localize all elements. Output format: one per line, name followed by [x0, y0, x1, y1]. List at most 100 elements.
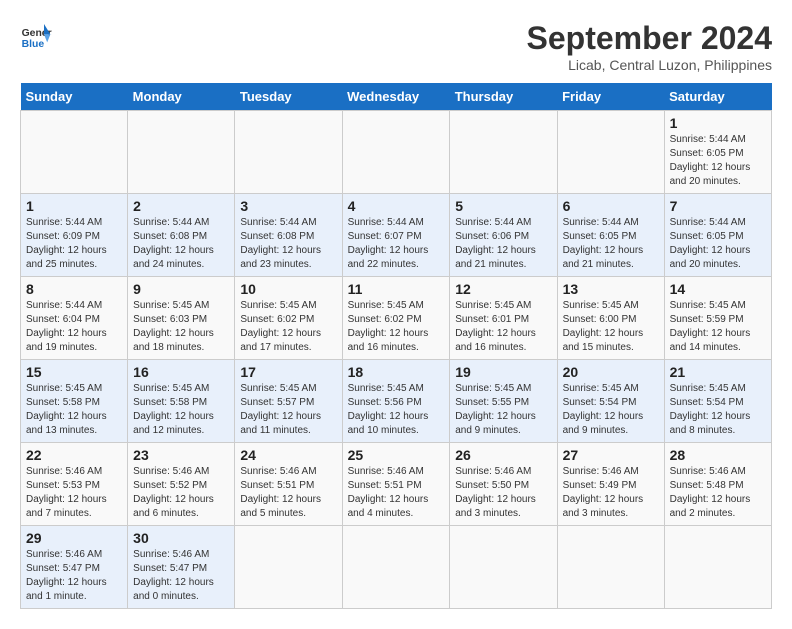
calendar-cell: 26 Sunrise: 5:46 AMSunset: 5:50 PMDaylig…	[450, 443, 557, 526]
calendar-cell: 1 Sunrise: 5:44 AMSunset: 6:05 PMDayligh…	[664, 111, 771, 194]
day-detail: Sunrise: 5:46 AMSunset: 5:47 PMDaylight:…	[133, 549, 214, 602]
calendar-cell	[557, 526, 664, 609]
day-number: 25	[348, 447, 445, 463]
day-number: 14	[670, 281, 766, 297]
day-detail: Sunrise: 5:45 AMSunset: 5:58 PMDaylight:…	[133, 383, 214, 436]
calendar-cell: 24 Sunrise: 5:46 AMSunset: 5:51 PMDaylig…	[235, 443, 342, 526]
day-detail: Sunrise: 5:46 AMSunset: 5:52 PMDaylight:…	[133, 466, 214, 519]
calendar-week-row: 1 Sunrise: 5:44 AMSunset: 6:05 PMDayligh…	[21, 111, 772, 194]
calendar-cell: 21 Sunrise: 5:45 AMSunset: 5:54 PMDaylig…	[664, 360, 771, 443]
calendar-week-row: 29 Sunrise: 5:46 AMSunset: 5:47 PMDaylig…	[21, 526, 772, 609]
day-number: 3	[240, 198, 336, 214]
calendar-cell	[450, 526, 557, 609]
day-detail: Sunrise: 5:46 AMSunset: 5:51 PMDaylight:…	[240, 466, 321, 519]
day-number: 12	[455, 281, 551, 297]
svg-text:Blue: Blue	[22, 39, 45, 50]
calendar-cell: 10 Sunrise: 5:45 AMSunset: 6:02 PMDaylig…	[235, 277, 342, 360]
day-number: 17	[240, 364, 336, 380]
logo-icon: General Blue	[20, 20, 52, 52]
day-number: 22	[26, 447, 122, 463]
calendar-cell	[664, 526, 771, 609]
day-number: 29	[26, 530, 122, 546]
calendar-cell: 30 Sunrise: 5:46 AMSunset: 5:47 PMDaylig…	[128, 526, 235, 609]
day-number: 8	[26, 281, 122, 297]
days-of-week-row: SundayMondayTuesdayWednesdayThursdayFrid…	[21, 83, 772, 111]
day-detail: Sunrise: 5:44 AMSunset: 6:05 PMDaylight:…	[563, 217, 644, 270]
day-number: 10	[240, 281, 336, 297]
calendar-cell: 7 Sunrise: 5:44 AMSunset: 6:05 PMDayligh…	[664, 194, 771, 277]
day-of-week-header: Sunday	[21, 83, 128, 111]
day-of-week-header: Saturday	[664, 83, 771, 111]
logo: General Blue	[20, 20, 52, 52]
day-number: 20	[563, 364, 659, 380]
calendar-cell: 16 Sunrise: 5:45 AMSunset: 5:58 PMDaylig…	[128, 360, 235, 443]
day-number: 19	[455, 364, 551, 380]
subtitle: Licab, Central Luzon, Philippines	[527, 57, 772, 73]
day-number: 16	[133, 364, 229, 380]
day-detail: Sunrise: 5:44 AMSunset: 6:04 PMDaylight:…	[26, 300, 107, 353]
day-of-week-header: Wednesday	[342, 83, 450, 111]
day-number: 15	[26, 364, 122, 380]
calendar-cell: 22 Sunrise: 5:46 AMSunset: 5:53 PMDaylig…	[21, 443, 128, 526]
day-detail: Sunrise: 5:45 AMSunset: 6:02 PMDaylight:…	[348, 300, 429, 353]
title-area: September 2024 Licab, Central Luzon, Phi…	[527, 20, 772, 73]
calendar-cell: 15 Sunrise: 5:45 AMSunset: 5:58 PMDaylig…	[21, 360, 128, 443]
day-detail: Sunrise: 5:46 AMSunset: 5:47 PMDaylight:…	[26, 549, 107, 602]
day-number: 9	[133, 281, 229, 297]
day-detail: Sunrise: 5:45 AMSunset: 5:57 PMDaylight:…	[240, 383, 321, 436]
day-detail: Sunrise: 5:46 AMSunset: 5:48 PMDaylight:…	[670, 466, 751, 519]
day-number: 30	[133, 530, 229, 546]
calendar-cell: 12 Sunrise: 5:45 AMSunset: 6:01 PMDaylig…	[450, 277, 557, 360]
day-number: 6	[563, 198, 659, 214]
day-detail: Sunrise: 5:44 AMSunset: 6:07 PMDaylight:…	[348, 217, 429, 270]
day-detail: Sunrise: 5:45 AMSunset: 5:56 PMDaylight:…	[348, 383, 429, 436]
day-detail: Sunrise: 5:45 AMSunset: 5:55 PMDaylight:…	[455, 383, 536, 436]
calendar-cell: 6 Sunrise: 5:44 AMSunset: 6:05 PMDayligh…	[557, 194, 664, 277]
main-title: September 2024	[527, 20, 772, 57]
day-number: 23	[133, 447, 229, 463]
calendar-cell: 14 Sunrise: 5:45 AMSunset: 5:59 PMDaylig…	[664, 277, 771, 360]
day-number: 7	[670, 198, 766, 214]
day-detail: Sunrise: 5:46 AMSunset: 5:53 PMDaylight:…	[26, 466, 107, 519]
calendar-cell: 4 Sunrise: 5:44 AMSunset: 6:07 PMDayligh…	[342, 194, 450, 277]
day-detail: Sunrise: 5:46 AMSunset: 5:49 PMDaylight:…	[563, 466, 644, 519]
calendar-cell: 17 Sunrise: 5:45 AMSunset: 5:57 PMDaylig…	[235, 360, 342, 443]
day-number: 4	[348, 198, 445, 214]
day-detail: Sunrise: 5:44 AMSunset: 6:06 PMDaylight:…	[455, 217, 536, 270]
day-of-week-header: Friday	[557, 83, 664, 111]
day-of-week-header: Monday	[128, 83, 235, 111]
day-detail: Sunrise: 5:44 AMSunset: 6:08 PMDaylight:…	[240, 217, 321, 270]
day-detail: Sunrise: 5:45 AMSunset: 6:01 PMDaylight:…	[455, 300, 536, 353]
calendar-cell	[557, 111, 664, 194]
day-detail: Sunrise: 5:44 AMSunset: 6:05 PMDaylight:…	[670, 134, 751, 187]
calendar-cell: 2 Sunrise: 5:44 AMSunset: 6:08 PMDayligh…	[128, 194, 235, 277]
calendar-week-row: 8 Sunrise: 5:44 AMSunset: 6:04 PMDayligh…	[21, 277, 772, 360]
day-number: 21	[670, 364, 766, 380]
calendar-cell: 18 Sunrise: 5:45 AMSunset: 5:56 PMDaylig…	[342, 360, 450, 443]
calendar-cell	[21, 111, 128, 194]
calendar-cell	[235, 111, 342, 194]
day-detail: Sunrise: 5:46 AMSunset: 5:50 PMDaylight:…	[455, 466, 536, 519]
day-number: 26	[455, 447, 551, 463]
calendar-cell: 8 Sunrise: 5:44 AMSunset: 6:04 PMDayligh…	[21, 277, 128, 360]
day-of-week-header: Thursday	[450, 83, 557, 111]
header: General Blue September 2024 Licab, Centr…	[20, 20, 772, 73]
calendar-body: 1 Sunrise: 5:44 AMSunset: 6:05 PMDayligh…	[21, 111, 772, 609]
day-detail: Sunrise: 5:44 AMSunset: 6:05 PMDaylight:…	[670, 217, 751, 270]
day-detail: Sunrise: 5:45 AMSunset: 5:54 PMDaylight:…	[563, 383, 644, 436]
calendar-table: SundayMondayTuesdayWednesdayThursdayFrid…	[20, 83, 772, 609]
calendar-cell: 9 Sunrise: 5:45 AMSunset: 6:03 PMDayligh…	[128, 277, 235, 360]
calendar-cell	[235, 526, 342, 609]
calendar-cell	[128, 111, 235, 194]
calendar-week-row: 22 Sunrise: 5:46 AMSunset: 5:53 PMDaylig…	[21, 443, 772, 526]
day-number: 1	[670, 115, 766, 131]
calendar-cell	[342, 111, 450, 194]
day-number: 1	[26, 198, 122, 214]
day-detail: Sunrise: 5:45 AMSunset: 6:00 PMDaylight:…	[563, 300, 644, 353]
day-number: 27	[563, 447, 659, 463]
day-detail: Sunrise: 5:46 AMSunset: 5:51 PMDaylight:…	[348, 466, 429, 519]
day-detail: Sunrise: 5:44 AMSunset: 6:08 PMDaylight:…	[133, 217, 214, 270]
calendar-header: SundayMondayTuesdayWednesdayThursdayFrid…	[21, 83, 772, 111]
day-number: 5	[455, 198, 551, 214]
day-detail: Sunrise: 5:45 AMSunset: 5:54 PMDaylight:…	[670, 383, 751, 436]
